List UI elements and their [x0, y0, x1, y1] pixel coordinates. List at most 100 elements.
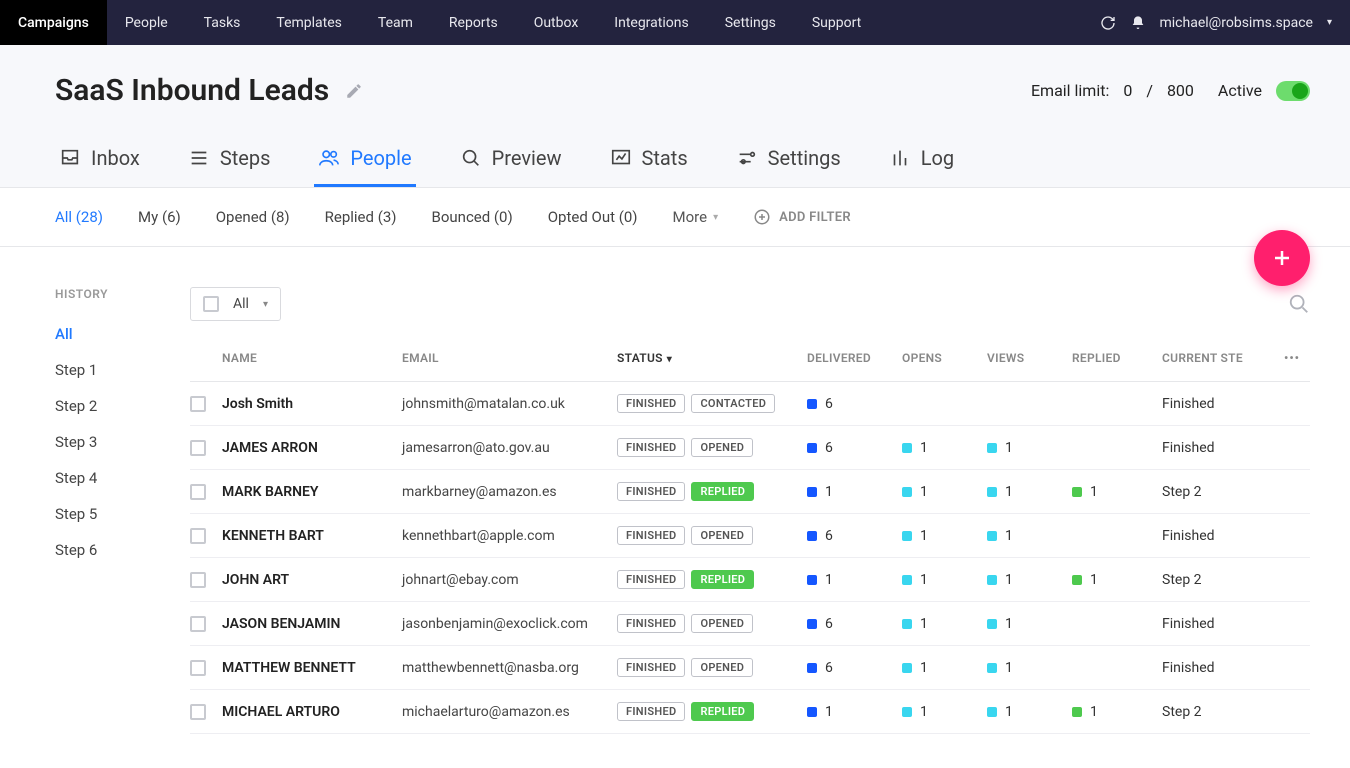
row-current-step: Step 2 [1162, 572, 1277, 588]
sidebar-item[interactable]: Step 3 [55, 433, 190, 451]
row-replied [1072, 443, 1162, 453]
nav-item-integrations[interactable]: Integrations [596, 0, 706, 45]
add-fab-button[interactable] [1254, 230, 1310, 286]
filter-more[interactable]: More ▾ [673, 208, 719, 226]
filter-item[interactable]: Opted Out (0) [548, 208, 638, 226]
top-nav-right: michael@robsims.space ▾ [1100, 0, 1350, 45]
nav-item-settings[interactable]: Settings [707, 0, 794, 45]
col-email[interactable]: EMAIL [402, 351, 617, 365]
row-views: 1 [987, 528, 1072, 544]
row-checkbox[interactable] [190, 616, 206, 632]
search-icon[interactable] [1288, 293, 1310, 315]
sidebar-item[interactable]: Step 2 [55, 397, 190, 415]
table-toolbar: All ▾ [190, 287, 1310, 321]
row-opens: 1 [902, 528, 987, 544]
bell-icon[interactable] [1130, 15, 1146, 31]
col-more-icon[interactable]: ••• [1277, 351, 1307, 365]
sidebar-item[interactable]: Step 1 [55, 361, 190, 379]
table-row[interactable]: JASON BENJAMINjasonbenjamin@exoclick.com… [190, 602, 1310, 646]
table-row[interactable]: MATTHEW BENNETTmatthewbennett@nasba.orgF… [190, 646, 1310, 690]
settings-icon [736, 147, 758, 169]
page-title: SaaS Inbound Leads [55, 73, 329, 108]
col-delivered[interactable]: DELIVERED [807, 351, 902, 365]
row-checkbox[interactable] [190, 572, 206, 588]
tab-inbox[interactable]: Inbox [55, 138, 144, 187]
row-opens: 1 [902, 440, 987, 456]
checkbox-icon[interactable] [203, 296, 219, 312]
filter-item[interactable]: Replied (3) [325, 208, 397, 226]
filter-item[interactable]: Opened (8) [216, 208, 290, 226]
active-toggle[interactable] [1276, 81, 1310, 101]
nav-item-reports[interactable]: Reports [431, 0, 516, 45]
table-row[interactable]: MICHAEL ARTUROmichaelarturo@amazon.esFIN… [190, 690, 1310, 734]
stats-icon [610, 147, 632, 169]
row-status: FINISHEDREPLIED [617, 570, 807, 589]
tab-stats[interactable]: Stats [606, 138, 692, 187]
opens-dot-icon [902, 619, 912, 629]
status-badge: FINISHED [617, 614, 685, 633]
row-replied: 1 [1072, 704, 1162, 720]
row-opens: 1 [902, 572, 987, 588]
row-opens: 1 [902, 484, 987, 500]
sort-caret-icon: ▾ [667, 354, 672, 365]
nav-item-team[interactable]: Team [360, 0, 431, 45]
row-replied [1072, 531, 1162, 541]
row-name: MICHAEL ARTURO [222, 704, 402, 720]
nav-item-templates[interactable]: Templates [258, 0, 360, 45]
refresh-icon[interactable] [1100, 15, 1116, 31]
row-delivered: 6 [807, 660, 902, 676]
delivered-dot-icon [807, 619, 817, 629]
row-checkbox[interactable] [190, 528, 206, 544]
row-email: jamesarron@ato.gov.au [402, 440, 617, 456]
table-row[interactable]: MARK BARNEYmarkbarney@amazon.esFINISHEDR… [190, 470, 1310, 514]
table-row[interactable]: JAMES ARRONjamesarron@ato.gov.auFINISHED… [190, 426, 1310, 470]
sidebar-item[interactable]: Step 6 [55, 541, 190, 559]
tab-log[interactable]: Log [885, 138, 958, 187]
edit-icon[interactable] [345, 82, 363, 100]
table-row[interactable]: Josh Smithjohnsmith@matalan.co.ukFINISHE… [190, 382, 1310, 426]
table-row[interactable]: KENNETH BARTkennethbart@apple.comFINISHE… [190, 514, 1310, 558]
row-checkbox[interactable] [190, 396, 206, 412]
nav-item-people[interactable]: People [107, 0, 186, 45]
history-sidebar: HISTORY AllStep 1Step 2Step 3Step 4Step … [55, 287, 190, 734]
tab-preview[interactable]: Preview [456, 138, 566, 187]
opens-dot-icon [902, 443, 912, 453]
delivered-dot-icon [807, 531, 817, 541]
user-email[interactable]: michael@robsims.space [1160, 15, 1313, 31]
sidebar-item[interactable]: Step 4 [55, 469, 190, 487]
replied-dot-icon [1072, 575, 1082, 585]
email-limit-label: Email limit: [1031, 81, 1109, 100]
filter-item[interactable]: All (28) [55, 208, 103, 226]
col-status[interactable]: STATUS▾ [617, 351, 807, 365]
table-row[interactable]: JOHN ARTjohnart@ebay.comFINISHEDREPLIED1… [190, 558, 1310, 602]
row-checkbox[interactable] [190, 704, 206, 720]
sidebar-item[interactable]: All [55, 325, 190, 343]
tab-settings[interactable]: Settings [732, 138, 845, 187]
row-delivered: 6 [807, 528, 902, 544]
filter-item[interactable]: My (6) [138, 208, 181, 226]
nav-item-campaigns[interactable]: Campaigns [0, 0, 107, 45]
email-limit-used: 0 [1123, 81, 1132, 100]
col-current[interactable]: CURRENT STE [1162, 351, 1277, 365]
chevron-down-icon[interactable]: ▾ [1327, 17, 1332, 28]
chevron-down-icon: ▾ [263, 299, 268, 310]
row-name: KENNETH BART [222, 528, 402, 544]
nav-item-outbox[interactable]: Outbox [516, 0, 597, 45]
check-all-dropdown[interactable]: All ▾ [190, 287, 281, 321]
nav-item-tasks[interactable]: Tasks [186, 0, 259, 45]
steps-icon [188, 147, 210, 169]
row-checkbox[interactable] [190, 440, 206, 456]
row-checkbox[interactable] [190, 484, 206, 500]
filter-item[interactable]: Bounced (0) [431, 208, 512, 226]
nav-item-support[interactable]: Support [794, 0, 879, 45]
tab-steps[interactable]: Steps [184, 138, 275, 187]
col-opens[interactable]: OPENS [902, 351, 987, 365]
col-name[interactable]: NAME [222, 351, 402, 365]
replied-dot-icon [1072, 487, 1082, 497]
row-checkbox[interactable] [190, 660, 206, 676]
col-views[interactable]: VIEWS [987, 351, 1072, 365]
col-replied[interactable]: REPLIED [1072, 351, 1162, 365]
add-filter-button[interactable]: ADD FILTER [753, 208, 851, 226]
tab-people[interactable]: People [314, 138, 415, 187]
sidebar-item[interactable]: Step 5 [55, 505, 190, 523]
